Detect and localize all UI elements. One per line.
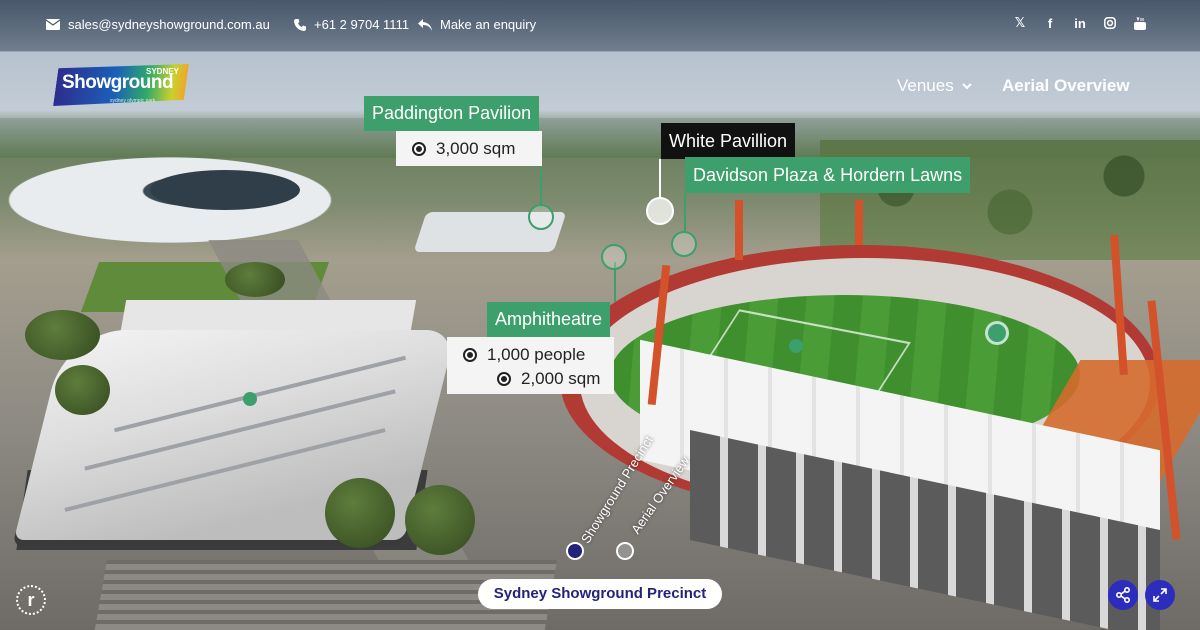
info-row: 2,000 sqm [463, 367, 614, 391]
paddington-info-card: 3,000 sqm [396, 131, 542, 166]
bullet-icon [463, 348, 477, 362]
hotspot-leader-line [659, 159, 661, 199]
phone-link[interactable]: +61 2 9704 1111 [294, 17, 409, 32]
logo-tagline: sydney olympic park [110, 98, 156, 104]
hotspot-amphitheatre[interactable]: Amphitheatre [487, 302, 611, 337]
hotspot-marker-paddington[interactable] [528, 204, 554, 230]
info-row: 1,000 people [463, 343, 614, 367]
hotspot-white-pavillion[interactable]: White Pavillion [661, 123, 796, 159]
top-bar: sales@sydneyshowground.com.au +61 2 9704… [0, 0, 1200, 52]
x-icon[interactable]: 𝕏 [1014, 15, 1026, 30]
enquiry-link[interactable]: Make an enquiry [418, 17, 536, 32]
nav-aerial-overview[interactable]: Aerial Overview [1002, 76, 1130, 96]
light-tower [855, 200, 863, 245]
tour-dot-aerial[interactable] [616, 542, 634, 560]
tree [405, 485, 475, 555]
hotspot-marker-stand[interactable] [985, 321, 1009, 345]
instagram-icon[interactable] [1104, 16, 1116, 30]
phone-icon [294, 18, 306, 31]
linkedin-icon[interactable]: in [1074, 16, 1086, 31]
email-link[interactable]: sales@sydneyshowground.com.au [46, 17, 270, 32]
logo-sydney: SYDNEY [146, 67, 179, 76]
hotspot-marker-davidson[interactable] [671, 231, 697, 257]
hotspot-marker-amphitheatre[interactable] [601, 244, 627, 270]
light-tower [735, 200, 743, 260]
nav-venues[interactable]: Venues [897, 76, 973, 96]
tree [55, 365, 110, 415]
brand-r-logo[interactable]: r [16, 585, 46, 615]
tour-dot-showground[interactable] [566, 542, 584, 560]
nav-venues-label: Venues [897, 76, 954, 95]
amphitheatre-info-card: 1,000 people 2,000 sqm [447, 337, 614, 394]
envelope-icon [46, 19, 60, 30]
hotspot-paddington-pavilion[interactable]: Paddington Pavilion [364, 96, 540, 131]
hotspot-davidson-plaza[interactable]: Davidson Plaza & Hordern Lawns [685, 157, 971, 193]
hotspot-leader-line [540, 167, 542, 209]
youtube-icon[interactable] [1134, 16, 1146, 30]
hotspot-dot-stadium[interactable] [789, 339, 803, 353]
amphitheatre-area: 2,000 sqm [521, 369, 601, 388]
precinct-pill[interactable]: Sydney Showground Precinct [478, 579, 722, 609]
social-links: 𝕏 f in [1014, 15, 1146, 31]
facebook-icon[interactable]: f [1044, 16, 1056, 31]
phone-text: +61 2 9704 1111 [314, 17, 410, 32]
paddington-area: 3,000 sqm [436, 138, 516, 158]
enquiry-text: Make an enquiry [440, 17, 537, 32]
hotspot-marker-white-pavillion[interactable] [646, 197, 674, 225]
reply-icon [418, 18, 432, 31]
expand-icon [1153, 588, 1167, 602]
bullet-icon [497, 372, 511, 386]
email-text: sales@sydneyshowground.com.au [68, 17, 270, 32]
share-icon [1115, 587, 1130, 603]
amphitheatre-capacity: 1,000 people [487, 345, 586, 364]
share-button[interactable] [1108, 580, 1138, 610]
hotspot-dot-dome-hall[interactable] [243, 392, 257, 406]
bullet-icon [412, 141, 426, 156]
olympic-stadium-bowl [150, 170, 300, 210]
fullscreen-button[interactable] [1145, 580, 1175, 610]
hotspot-leader-line [684, 193, 686, 231]
chevron-down-icon [962, 83, 973, 90]
tree [325, 478, 395, 548]
tree [225, 262, 285, 297]
info-row: 3,000 sqm [412, 131, 542, 166]
tree [25, 310, 100, 360]
